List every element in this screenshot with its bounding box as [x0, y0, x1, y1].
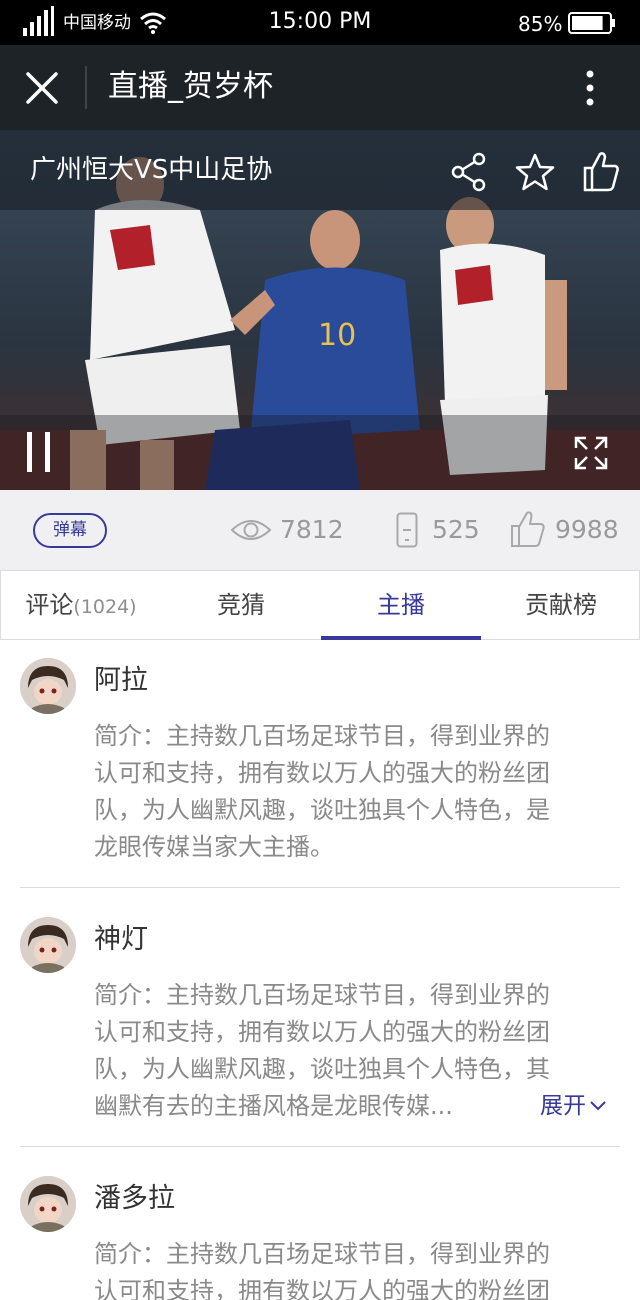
host-description: 简介：主持数几百场足球节目，得到业界的 认可和支持，拥有数以万人的强大的粉丝团: [94, 1236, 620, 1300]
more-options-icon[interactable]: [578, 69, 602, 107]
content-tabs: 评论(1024) 竞猜 主播 贡献榜: [0, 570, 640, 640]
host-description-line: 认可和支持，拥有数以万人的强大的粉丝团: [94, 1018, 550, 1046]
avatar: [20, 917, 76, 973]
avatar: [20, 658, 76, 714]
expand-label: 展开: [540, 1093, 586, 1119]
list-divider: [20, 1146, 620, 1147]
host-name: 阿拉: [94, 665, 148, 696]
phone-icon: [396, 512, 418, 548]
list-item: 潘多拉 简介：主持数几百场足球节目，得到业界的 认可和支持，拥有数以万人的强大的…: [0, 1158, 640, 1300]
favorite-star-icon[interactable]: [515, 152, 555, 192]
view-count-value: 7812: [280, 515, 344, 544]
thumbs-up-icon[interactable]: [582, 150, 620, 192]
host-name: 神灯: [94, 924, 148, 955]
host-description-line: 简介：主持数几百场足球节目，得到业界的: [94, 981, 550, 1009]
host-description-line: 简介：主持数几百场足球节目，得到业界的: [94, 1240, 550, 1268]
eye-icon: [230, 520, 272, 540]
view-count: 7812: [230, 510, 350, 550]
tab-host-label: 主播: [377, 591, 425, 619]
battery-percent: 85%: [518, 12, 563, 36]
status-bar: 中国移动 15:00 PM 85%: [0, 0, 640, 45]
pause-icon[interactable]: [24, 432, 54, 472]
tab-host[interactable]: 主播: [321, 571, 481, 640]
tab-comments[interactable]: 评论(1024): [1, 571, 161, 639]
host-description-line: 认可和支持，拥有数以万人的强大的粉丝团: [94, 1277, 550, 1300]
app-bar: 直播_贺岁杯: [0, 45, 640, 130]
host-description-line: 龙眼传媒当家大主播。: [94, 833, 334, 861]
danmu-toggle-button[interactable]: 弹幕: [33, 513, 107, 548]
like-count[interactable]: 9988: [510, 510, 620, 550]
host-description-line: 认可和支持，拥有数以万人的强大的粉丝团: [94, 759, 550, 787]
stats-bar: 弹幕 7812 525 9988: [0, 490, 640, 570]
video-player[interactable]: 10 广州恒大VS中山足协: [0, 130, 640, 490]
page-title: 直播_贺岁杯: [108, 69, 273, 104]
fullscreen-icon[interactable]: [574, 436, 608, 470]
tab-comments-label: 评论: [25, 591, 74, 619]
phone-count: 525: [396, 510, 486, 550]
tab-comments-count: (1024): [73, 596, 137, 618]
expand-button[interactable]: 展开: [540, 1088, 606, 1125]
host-description: 简介：主持数几百场足球节目，得到业界的 认可和支持，拥有数以万人的强大的粉丝团 …: [94, 718, 620, 866]
list-item: 神灯 简介：主持数几百场足球节目，得到业界的 认可和支持，拥有数以万人的强大的粉…: [0, 899, 640, 1147]
match-title: 广州恒大VS中山足协: [30, 155, 273, 185]
tab-contribution-ranking[interactable]: 贡献榜: [481, 571, 640, 639]
host-description-line: 简介：主持数几百场足球节目，得到业界的: [94, 722, 550, 750]
host-name: 潘多拉: [94, 1183, 175, 1214]
chevron-down-icon: [590, 1101, 606, 1111]
tab-guess-label: 竞猜: [217, 591, 265, 619]
tab-guess[interactable]: 竞猜: [161, 571, 321, 639]
host-list: 阿拉 简介：主持数几百场足球节目，得到业界的 认可和支持，拥有数以万人的强大的粉…: [0, 640, 640, 1300]
avatar: [20, 1176, 76, 1232]
list-item: 阿拉 简介：主持数几百场足球节目，得到业界的 认可和支持，拥有数以万人的强大的粉…: [0, 640, 640, 888]
appbar-divider: [85, 66, 87, 109]
video-controls-overlay: [0, 415, 640, 490]
thumbs-up-outline-icon: [511, 511, 545, 547]
host-description-line: 队，为人幽默风趣，谈吐独具个人特色，是: [94, 796, 550, 824]
host-description-line: 队，为人幽默风趣，谈吐独具个人特色，其: [94, 1055, 550, 1083]
svg-text:10: 10: [318, 318, 356, 353]
tab-contribution-label: 贡献榜: [525, 591, 597, 619]
share-icon[interactable]: [450, 152, 488, 192]
close-icon[interactable]: [24, 70, 60, 106]
list-divider: [20, 887, 620, 888]
like-count-value: 9988: [555, 515, 619, 544]
battery-icon: [568, 12, 615, 34]
phone-count-value: 525: [432, 515, 480, 544]
